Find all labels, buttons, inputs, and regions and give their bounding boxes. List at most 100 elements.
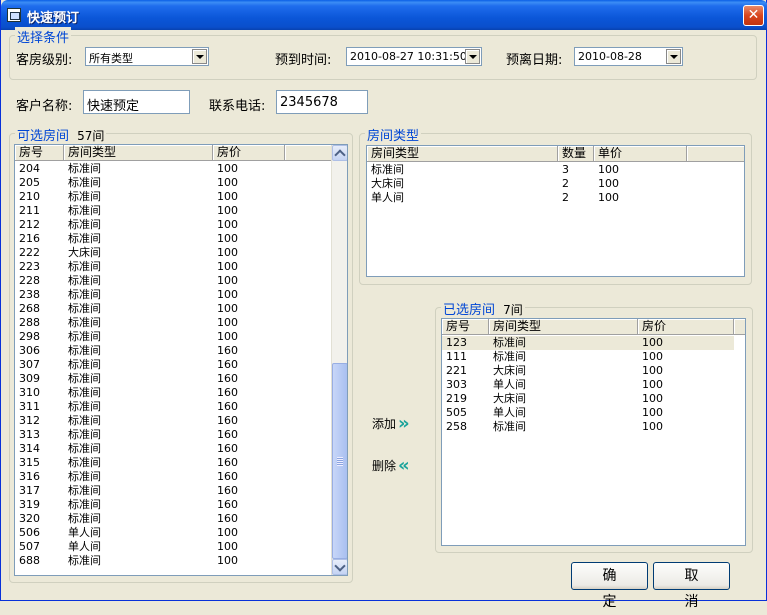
column-header[interactable]: 房价: [213, 145, 285, 161]
cancel-button[interactable]: 取消: [653, 562, 730, 610]
table-cell: 160: [217, 456, 238, 469]
column-header[interactable]: 房间类型: [367, 146, 558, 162]
chevron-down-icon[interactable]: [666, 49, 681, 64]
table-cell: 311: [19, 400, 40, 413]
selected-rooms-list[interactable]: 房号 房间类型 房价 123 标准间 100 111 标准间 100 221 大床间 100 303 单…: [441, 318, 746, 546]
column-header[interactable]: 房号: [442, 319, 489, 335]
scroll-down-icon[interactable]: [332, 559, 347, 575]
table-row[interactable]: 320 标准间 160: [15, 512, 285, 526]
table-row[interactable]: 306 标准间 160: [15, 344, 285, 358]
table-cell: 2: [562, 191, 569, 204]
scroll-thumb[interactable]: [332, 363, 347, 559]
table-row[interactable]: 228 标准间 100: [15, 274, 285, 288]
column-header[interactable]: 房号: [15, 145, 64, 161]
table-cell: 100: [217, 190, 238, 203]
table-row[interactable]: 205 标准间 100: [15, 176, 285, 190]
table-cell: 238: [19, 288, 40, 301]
table-cell: 222: [19, 246, 40, 259]
available-rooms-legend: 可选房间 57间: [15, 125, 107, 144]
available-rooms-list[interactable]: 房号 房间类型 房价 204 标准间 100 205 标准间 100 210 标准间 100 211 标…: [14, 144, 348, 576]
table-row[interactable]: 307 标准间 160: [15, 358, 285, 372]
phone-input[interactable]: 2345678: [276, 90, 368, 114]
column-header[interactable]: 房间类型: [64, 145, 213, 161]
table-cell: 标准间: [68, 372, 101, 385]
table-row[interactable]: 268 标准间 100: [15, 302, 285, 316]
table-row[interactable]: 319 标准间 160: [15, 498, 285, 512]
room-types-list[interactable]: 房间类型 数量 单价 标准间 3 100 大床间 2 100 单人间 2 100: [366, 145, 745, 277]
table-row[interactable]: 506 单人间 100: [15, 526, 285, 540]
leave-date-picker[interactable]: 2010-08-28: [574, 47, 683, 66]
column-header-filler: [285, 145, 333, 161]
ok-button[interactable]: 确定: [571, 562, 648, 610]
table-cell: 100: [217, 260, 238, 273]
column-header[interactable]: 单价: [594, 146, 687, 162]
table-cell: 100: [217, 316, 238, 329]
table-row[interactable]: 221 大床间 100: [442, 364, 734, 378]
table-row[interactable]: 219 大床间 100: [442, 392, 734, 406]
table-row[interactable]: 238 标准间 100: [15, 288, 285, 302]
table-row[interactable]: 111 标准间 100: [442, 350, 734, 364]
table-cell: 268: [19, 302, 40, 315]
table-row[interactable]: 298 标准间 100: [15, 330, 285, 344]
table-row[interactable]: 312 标准间 160: [15, 414, 285, 428]
table-row[interactable]: 212 标准间 100: [15, 218, 285, 232]
table-cell: 309: [19, 372, 40, 385]
table-row[interactable]: 507 单人间 100: [15, 540, 285, 554]
table-cell: 111: [446, 350, 467, 363]
column-header[interactable]: 房价: [638, 319, 734, 335]
table-cell: 160: [217, 484, 238, 497]
table-row[interactable]: 314 标准间 160: [15, 442, 285, 456]
table-row[interactable]: 204 标准间 100: [15, 162, 285, 176]
table-row[interactable]: 311 标准间 160: [15, 400, 285, 414]
add-button[interactable]: 添加 »: [372, 413, 410, 434]
table-row[interactable]: 211 标准间 100: [15, 204, 285, 218]
chevron-down-icon[interactable]: [465, 49, 480, 64]
scroll-up-icon[interactable]: [332, 145, 347, 161]
customer-name-input[interactable]: 快速预定: [83, 90, 190, 114]
table-cell: 160: [217, 512, 238, 525]
table-row[interactable]: 288 标准间 100: [15, 316, 285, 330]
table-row[interactable]: 317 标准间 160: [15, 484, 285, 498]
title-bar[interactable]: 快速预订 ✕: [1, 0, 767, 30]
table-row[interactable]: 单人间 2 100: [367, 191, 687, 205]
table-cell: 212: [19, 218, 40, 231]
arrive-time-picker[interactable]: 2010-08-27 10:31:50: [346, 47, 482, 66]
table-row[interactable]: 505 单人间 100: [442, 406, 734, 420]
table-row[interactable]: 123 标准间 100: [442, 336, 734, 350]
table-row[interactable]: 688 标准间 100: [15, 554, 285, 568]
table-row[interactable]: 大床间 2 100: [367, 177, 687, 191]
table-row[interactable]: 258 标准间 100: [442, 420, 734, 434]
table-cell: 505: [446, 406, 467, 419]
table-row[interactable]: 309 标准间 160: [15, 372, 285, 386]
table-row[interactable]: 222 大床间 100: [15, 246, 285, 260]
table-cell: 100: [217, 288, 238, 301]
table-cell: 100: [217, 526, 238, 539]
table-row[interactable]: 223 标准间 100: [15, 260, 285, 274]
table-row[interactable]: 315 标准间 160: [15, 456, 285, 470]
table-cell: 100: [598, 191, 619, 204]
table-cell: 100: [642, 406, 663, 419]
table-cell: 100: [217, 330, 238, 343]
column-header[interactable]: 房间类型: [489, 319, 638, 335]
table-cell: 100: [642, 420, 663, 433]
table-row[interactable]: 313 标准间 160: [15, 428, 285, 442]
table-cell: 298: [19, 330, 40, 343]
table-cell: 大床间: [68, 246, 101, 259]
table-row[interactable]: 216 标准间 100: [15, 232, 285, 246]
table-cell: 标准间: [68, 344, 101, 357]
remove-button[interactable]: 删除 «: [372, 455, 410, 476]
table-row[interactable]: 标准间 3 100: [367, 163, 687, 177]
table-row[interactable]: 316 标准间 160: [15, 470, 285, 484]
column-header[interactable]: 数量: [558, 146, 594, 162]
available-scrollbar[interactable]: [331, 145, 347, 575]
table-row[interactable]: 210 标准间 100: [15, 190, 285, 204]
table-cell: 100: [642, 378, 663, 391]
table-row[interactable]: 310 标准间 160: [15, 386, 285, 400]
table-cell: 标准间: [68, 470, 101, 483]
table-row[interactable]: 303 单人间 100: [442, 378, 734, 392]
chevron-down-icon[interactable]: [192, 49, 207, 64]
table-cell: 标准间: [371, 163, 404, 176]
close-button[interactable]: ✕: [743, 5, 764, 26]
room-level-select[interactable]: 所有类型: [85, 47, 209, 66]
table-cell: 221: [446, 364, 467, 377]
